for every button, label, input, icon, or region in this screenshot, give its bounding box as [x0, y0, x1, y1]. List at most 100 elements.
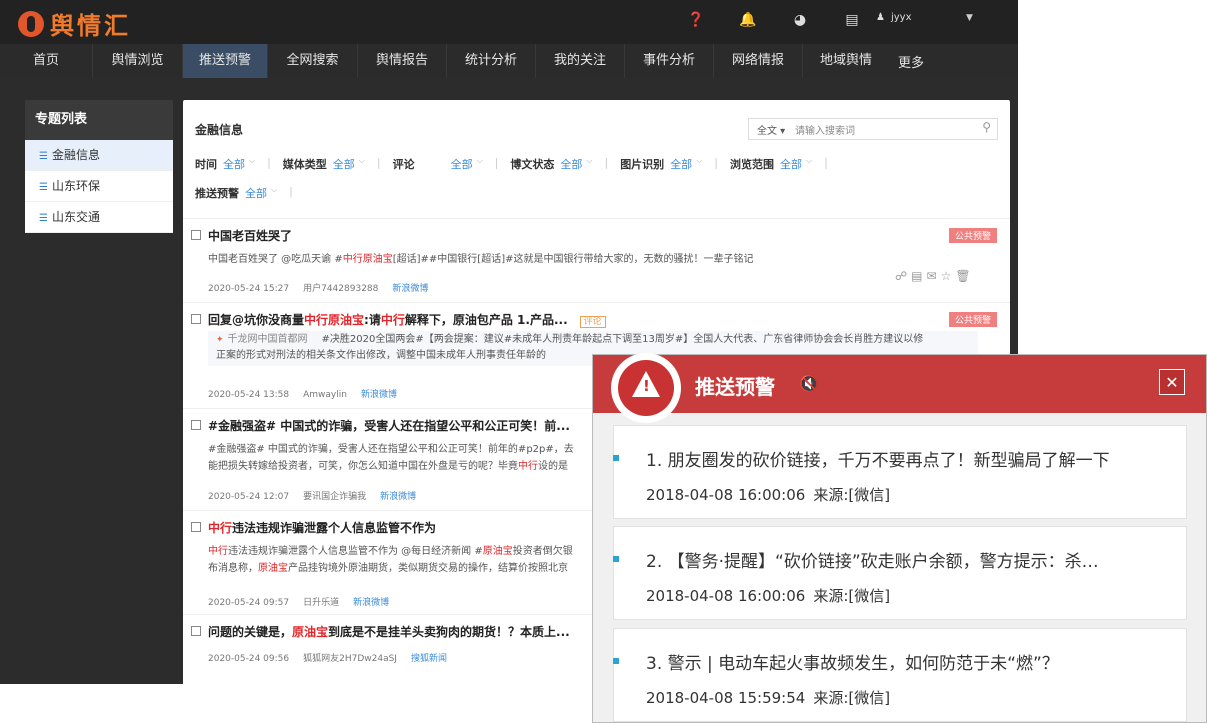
bell-icon[interactable]: 🔔 — [722, 12, 774, 28]
nav-stats[interactable]: 统计分析 — [447, 44, 536, 78]
item-title[interactable]: #金融强盗# 中国式的诈骗，受害人还在指望公平和公正可笑！前... — [208, 417, 570, 434]
nav-more[interactable]: 更多 — [889, 44, 933, 78]
filter-comment[interactable]: 全部 — [451, 156, 473, 172]
item-meta: 2020-05-24 15:27 用户7442893288 新浪微博 — [208, 284, 429, 294]
nav-report[interactable]: 舆情报告 — [358, 44, 447, 78]
item-title[interactable]: 回复@坑你没商量中行原油宝:请中行解释下，原油包产品 1.产品... 评论 — [208, 311, 606, 328]
item-meta: 2020-05-24 09:57 日升乐道 新浪微博 — [208, 598, 390, 608]
filter-label-comment: 评论 — [392, 158, 415, 171]
item-meta: 2020-05-24 09:56 狐狐网友2H7Dw24aSJ 搜狐新闻 — [208, 654, 447, 664]
filter-image[interactable]: 全部 — [670, 156, 692, 172]
list-icon: ☰ — [39, 182, 48, 193]
alert-item[interactable]: 3. 警示 | 电动车起火事故频发生，如何防范于未“燃”？ 2018-04-08… — [613, 628, 1187, 722]
mail-icon[interactable]: ✉ — [927, 269, 941, 283]
close-button[interactable]: ✕ — [1159, 369, 1185, 395]
item-title[interactable]: 中国老百姓哭了 — [208, 227, 292, 244]
filter-label-media: 媒体类型 — [282, 158, 327, 171]
bullet-icon — [613, 455, 619, 461]
item-title[interactable]: 中行违法违规诈骗泄露个人信息监管不作为 — [208, 519, 436, 536]
alert-title[interactable]: 1. 朋友圈发的砍价链接，千万不要再点了！新型骗局了解一下 — [646, 446, 1176, 471]
source-link[interactable]: 新浪微博 — [380, 492, 416, 502]
search-icon[interactable]: ⚲ — [982, 120, 991, 134]
star-icon[interactable]: ☆ — [941, 269, 956, 283]
clipboard-icon[interactable]: ▤ — [826, 12, 878, 28]
filter-range[interactable]: 全部 — [780, 156, 802, 172]
alert-meta: 2018-04-08 16:00:06 来源:[微信] — [646, 486, 891, 504]
source-link[interactable]: 新浪微博 — [392, 284, 428, 294]
nav-home[interactable]: 首页 — [0, 44, 93, 78]
caret-down-icon[interactable]: ▼ — [966, 13, 973, 23]
chevron-down-icon: ⌵ — [696, 156, 703, 165]
chevron-down-icon: ⌵ — [249, 156, 256, 165]
user-menu[interactable]: ♟ jyyx — [876, 12, 912, 23]
help-icon[interactable]: ❓ — [670, 12, 722, 28]
item-body: 中国老百姓哭了 @吃瓜天谕 #中行原油宝[超话]##中国银行[超话]#这就是中国… — [208, 254, 754, 265]
bullet-icon — [613, 658, 619, 664]
item-checkbox[interactable] — [191, 626, 201, 636]
source-link[interactable]: 新浪微博 — [353, 598, 389, 608]
item-meta: 2020-05-24 13:58 Amwaylin 新浪微博 — [208, 390, 397, 400]
comment-badge: 评论 — [579, 316, 606, 328]
alert-title[interactable]: 2. 【警务·提醒】“砍价链接”砍走账户余额，警方提示：杀… — [646, 547, 1176, 572]
user-circle-icon[interactable]: ◕ — [774, 12, 826, 28]
list-item: 中国老百姓哭了 公共预警 中国老百姓哭了 @吃瓜天谕 #中行原油宝[超话]##中… — [183, 218, 1010, 303]
item-meta: 2020-05-24 12:07 要讯国企诈骗我 新浪微博 — [208, 492, 417, 502]
filter-status[interactable]: 全部 — [560, 156, 582, 172]
nav-search[interactable]: 全网搜索 — [268, 44, 358, 78]
sidebar-item-finance[interactable]: ☰ 金融信息 — [25, 140, 173, 171]
share-icon[interactable]: ☍ — [895, 269, 911, 283]
source-link[interactable]: 搜狐新闻 — [411, 654, 447, 664]
trash-icon[interactable]: 🗑 — [955, 269, 974, 283]
mute-icon[interactable]: 🔇 — [799, 374, 819, 393]
status-badge: 公共预警 — [949, 312, 998, 327]
item-checkbox[interactable] — [191, 420, 201, 430]
alert-item[interactable]: 2. 【警务·提醒】“砍价链接”砍走账户余额，警方提示：杀… 2018-04-0… — [613, 526, 1187, 620]
logo-text: 舆情汇 — [50, 11, 131, 40]
nav-push-alert[interactable]: 推送预警 — [183, 44, 268, 78]
copy-icon[interactable]: ▤ — [911, 269, 926, 283]
alert-item[interactable]: 1. 朋友圈发的砍价链接，千万不要再点了！新型骗局了解一下 2018-04-08… — [613, 425, 1187, 519]
nav-intel[interactable]: 网络情报 — [714, 44, 803, 78]
user-icon: ♟ — [876, 12, 885, 23]
nav-region[interactable]: 地域舆情 — [803, 44, 889, 78]
logo[interactable]: 舆情汇 — [18, 6, 131, 41]
nav-follow[interactable]: 我的关注 — [536, 44, 625, 78]
nav-browse[interactable]: 舆情浏览 — [93, 44, 183, 78]
bullet-icon — [613, 556, 619, 562]
sidebar-item-label: 山东环保 — [51, 179, 100, 193]
list-icon: ☰ — [39, 151, 48, 162]
dialog-header: ! 推送预警 🔇 ✕ — [593, 353, 1206, 423]
search-box[interactable]: 全文 ▾ 请输入搜索词 ⚲ — [748, 118, 998, 140]
alert-meta: 2018-04-08 16:00:06 来源:[微信] — [646, 587, 891, 605]
filter-bar: 时间 全部 ⌵ | 媒体类型 全部 ⌵ | 评论 全部 ⌵ | 博文状态 全部 ⌵ | 图片识别 全部 ⌵ |… — [195, 156, 828, 201]
push-alert-dialog: ! 推送预警 🔇 ✕ 1. 朋友圈发的砍价链接，千万不要再点了！新型骗局了解一下… — [592, 353, 1207, 723]
top-header: 舆情汇 ❓ 🔔 ◕ ▤ ♟ jyyx ▼ — [0, 0, 1018, 44]
sidebar-item-label: 金融信息 — [51, 148, 100, 162]
item-title[interactable]: 问题的关键是，原油宝到底是不是挂羊头卖狗肉的期货！？本质上... — [208, 623, 570, 640]
filter-media[interactable]: 全部 — [333, 156, 355, 172]
search-scope-select[interactable]: 全文 ▾ — [757, 122, 785, 137]
filter-push[interactable]: 全部 — [245, 185, 267, 201]
dialog-title: 推送预警 — [695, 375, 775, 399]
chevron-down-icon: ⌵ — [271, 185, 278, 194]
item-checkbox[interactable] — [191, 522, 201, 532]
chevron-down-icon: ⌵ — [358, 156, 365, 165]
chevron-down-icon: ⌵ — [805, 156, 813, 165]
source-link[interactable]: 新浪微博 — [361, 390, 397, 400]
alert-title[interactable]: 3. 警示 | 电动车起火事故频发生，如何防范于未“燃”？ — [646, 649, 1176, 674]
chevron-down-icon: ⌵ — [476, 156, 483, 165]
sidebar-item-env[interactable]: ☰ 山东环保 — [25, 171, 173, 202]
item-checkbox[interactable] — [191, 230, 201, 240]
search-input[interactable]: 请输入搜索词 — [795, 122, 855, 137]
item-checkbox[interactable] — [191, 314, 201, 324]
source-logo-icon: ✦ — [216, 335, 224, 345]
main-nav: 首页 舆情浏览 推送预警 全网搜索 舆情报告 统计分析 我的关注 事件分析 网络… — [0, 44, 1018, 78]
item-actions: ☍▤✉☆🗑 — [895, 269, 975, 283]
sidebar-item-traffic[interactable]: ☰ 山东交通 — [25, 202, 173, 233]
sidebar-item-label: 山东交通 — [51, 210, 100, 224]
logo-mark-icon — [18, 10, 44, 37]
chevron-down-icon: ⌵ — [586, 156, 593, 165]
nav-event[interactable]: 事件分析 — [625, 44, 714, 78]
username: jyyx — [890, 12, 912, 23]
filter-time[interactable]: 全部 — [223, 156, 245, 172]
